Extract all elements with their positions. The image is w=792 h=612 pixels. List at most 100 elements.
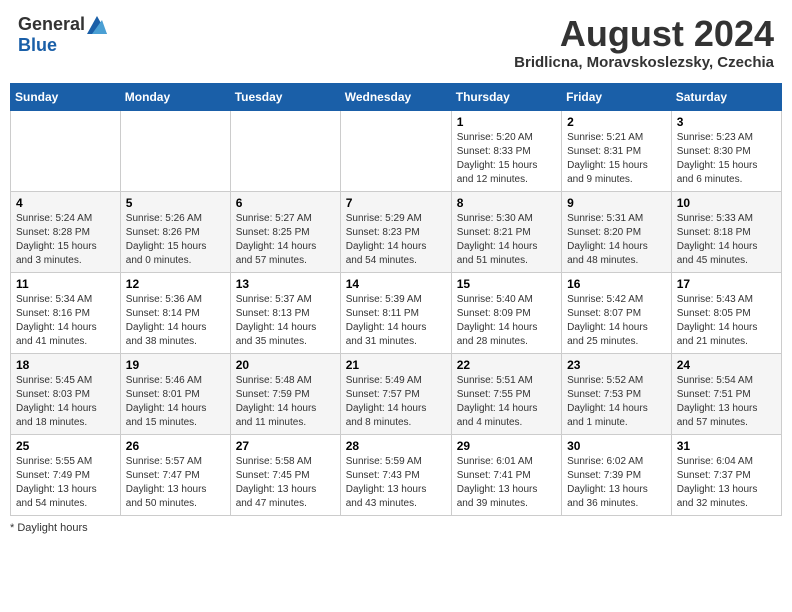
calendar-cell: 30Sunrise: 6:02 AMSunset: 7:39 PMDayligh… bbox=[562, 434, 672, 515]
day-info: Sunrise: 5:21 AMSunset: 8:31 PMDaylight:… bbox=[567, 131, 666, 187]
day-info: Sunrise: 5:57 AMSunset: 7:47 PMDaylight:… bbox=[126, 455, 225, 511]
col-tuesday: Tuesday bbox=[230, 83, 340, 110]
day-number: 25 bbox=[16, 439, 115, 453]
day-number: 16 bbox=[567, 277, 666, 291]
calendar-cell bbox=[11, 110, 121, 191]
day-info: Sunrise: 5:43 AMSunset: 8:05 PMDaylight:… bbox=[677, 293, 776, 349]
day-info: Sunrise: 5:39 AMSunset: 8:11 PMDaylight:… bbox=[346, 293, 446, 349]
header: General Blue August 2024 Bridlicna, Mora… bbox=[10, 10, 782, 75]
day-info: Sunrise: 5:26 AMSunset: 8:26 PMDaylight:… bbox=[126, 212, 225, 268]
week-row-3: 11 Sunrise: 5:34 AMSunset: 8:16 PMDayligh… bbox=[11, 272, 782, 353]
day-number: 29 bbox=[457, 439, 556, 453]
day-info: Sunrise: 5:36 AMSunset: 8:14 PMDaylight:… bbox=[126, 293, 225, 349]
col-thursday: Thursday bbox=[451, 83, 561, 110]
col-saturday: Saturday bbox=[671, 83, 781, 110]
day-number: 18 bbox=[16, 358, 115, 372]
day-info: Sunrise: 5:54 AMSunset: 7:51 PMDaylight:… bbox=[677, 374, 776, 430]
calendar-cell: 28 Sunrise: 5:59 AMSunset: 7:43 PMDayligh… bbox=[340, 434, 451, 515]
logo-general-text: General bbox=[18, 14, 85, 35]
footer-note: * Daylight hours bbox=[10, 522, 782, 534]
calendar-cell: 3Sunrise: 5:23 AMSunset: 8:30 PMDaylight… bbox=[671, 110, 781, 191]
calendar-cell: 23 Sunrise: 5:52 AMSunset: 7:53 PMDayligh… bbox=[562, 353, 672, 434]
calendar-cell: 13 Sunrise: 5:37 AMSunset: 8:13 PMDayligh… bbox=[230, 272, 340, 353]
week-row-4: 18 Sunrise: 5:45 AMSunset: 8:03 PMDayligh… bbox=[11, 353, 782, 434]
calendar-cell: 15 Sunrise: 5:40 AMSunset: 8:09 PMDayligh… bbox=[451, 272, 561, 353]
day-number: 15 bbox=[457, 277, 556, 291]
calendar-cell bbox=[230, 110, 340, 191]
day-number: 1 bbox=[457, 115, 556, 129]
calendar-cell: 6Sunrise: 5:27 AMSunset: 8:25 PMDaylight… bbox=[230, 191, 340, 272]
calendar-cell: 8Sunrise: 5:30 AMSunset: 8:21 PMDaylight… bbox=[451, 191, 561, 272]
day-info: Sunrise: 5:59 AMSunset: 7:43 PMDaylight:… bbox=[346, 455, 446, 511]
calendar-cell: 16 Sunrise: 5:42 AMSunset: 8:07 PMDayligh… bbox=[562, 272, 672, 353]
day-number: 6 bbox=[236, 196, 335, 210]
week-row-5: 25 Sunrise: 5:55 AMSunset: 7:49 PMDayligh… bbox=[11, 434, 782, 515]
day-number: 26 bbox=[126, 439, 225, 453]
day-info: Sunrise: 5:49 AMSunset: 7:57 PMDaylight:… bbox=[346, 374, 446, 430]
day-info: Sunrise: 5:23 AMSunset: 8:30 PMDaylight:… bbox=[677, 131, 776, 187]
calendar-cell bbox=[340, 110, 451, 191]
calendar-cell: 24Sunrise: 5:54 AMSunset: 7:51 PMDayligh… bbox=[671, 353, 781, 434]
day-info: Sunrise: 6:04 AMSunset: 7:37 PMDaylight:… bbox=[677, 455, 776, 511]
day-number: 10 bbox=[677, 196, 776, 210]
day-info: Sunrise: 5:34 AMSunset: 8:16 PMDaylight:… bbox=[16, 293, 115, 349]
day-number: 27 bbox=[236, 439, 335, 453]
day-info: Sunrise: 5:48 AMSunset: 7:59 PMDaylight:… bbox=[236, 374, 335, 430]
calendar-cell: 29 Sunrise: 6:01 AMSunset: 7:41 PMDayligh… bbox=[451, 434, 561, 515]
calendar-cell: 4 Sunrise: 5:24 AMSunset: 8:28 PMDaylight… bbox=[11, 191, 121, 272]
day-info: Sunrise: 5:45 AMSunset: 8:03 PMDaylight:… bbox=[16, 374, 115, 430]
col-sunday: Sunday bbox=[11, 83, 121, 110]
day-info: Sunrise: 5:52 AMSunset: 7:53 PMDaylight:… bbox=[567, 374, 666, 430]
day-number: 11 bbox=[16, 277, 115, 291]
day-number: 2 bbox=[567, 115, 666, 129]
calendar-cell: 27 Sunrise: 5:58 AMSunset: 7:45 PMDayligh… bbox=[230, 434, 340, 515]
calendar-cell: 31 Sunrise: 6:04 AMSunset: 7:37 PMDayligh… bbox=[671, 434, 781, 515]
footer-note-text: Daylight hours bbox=[17, 522, 87, 534]
day-info: Sunrise: 5:24 AMSunset: 8:28 PMDaylight:… bbox=[16, 212, 115, 268]
day-info: Sunrise: 5:55 AMSunset: 7:49 PMDaylight:… bbox=[16, 455, 115, 511]
day-number: 19 bbox=[126, 358, 225, 372]
calendar-cell: 1Sunrise: 5:20 AMSunset: 8:33 PMDaylight… bbox=[451, 110, 561, 191]
day-number: 28 bbox=[346, 439, 446, 453]
calendar-cell: 22 Sunrise: 5:51 AMSunset: 7:55 PMDayligh… bbox=[451, 353, 561, 434]
day-number: 8 bbox=[457, 196, 556, 210]
week-row-1: 1Sunrise: 5:20 AMSunset: 8:33 PMDaylight… bbox=[11, 110, 782, 191]
day-info: Sunrise: 5:37 AMSunset: 8:13 PMDaylight:… bbox=[236, 293, 335, 349]
day-number: 13 bbox=[236, 277, 335, 291]
day-number: 31 bbox=[677, 439, 776, 453]
calendar-cell: 7Sunrise: 5:29 AMSunset: 8:23 PMDaylight… bbox=[340, 191, 451, 272]
col-friday: Friday bbox=[562, 83, 672, 110]
day-number: 4 bbox=[16, 196, 115, 210]
day-number: 22 bbox=[457, 358, 556, 372]
calendar-cell: 20Sunrise: 5:48 AMSunset: 7:59 PMDayligh… bbox=[230, 353, 340, 434]
day-number: 9 bbox=[567, 196, 666, 210]
day-info: Sunrise: 5:42 AMSunset: 8:07 PMDaylight:… bbox=[567, 293, 666, 349]
calendar-cell: 25 Sunrise: 5:55 AMSunset: 7:49 PMDayligh… bbox=[11, 434, 121, 515]
calendar-cell: 10 Sunrise: 5:33 AMSunset: 8:18 PMDayligh… bbox=[671, 191, 781, 272]
day-number: 14 bbox=[346, 277, 446, 291]
day-number: 7 bbox=[346, 196, 446, 210]
calendar-cell: 5 Sunrise: 5:26 AMSunset: 8:26 PMDaylight… bbox=[120, 191, 230, 272]
logo-blue-text: Blue bbox=[18, 35, 57, 56]
title-area: August 2024 Bridlicna, Moravskoslezsky, … bbox=[514, 14, 774, 71]
day-number: 5 bbox=[126, 196, 225, 210]
day-number: 23 bbox=[567, 358, 666, 372]
day-number: 30 bbox=[567, 439, 666, 453]
calendar-table: Sunday Monday Tuesday Wednesday Thursday… bbox=[10, 83, 782, 516]
calendar-cell bbox=[120, 110, 230, 191]
day-number: 21 bbox=[346, 358, 446, 372]
day-info: Sunrise: 5:33 AMSunset: 8:18 PMDaylight:… bbox=[677, 212, 776, 268]
day-info: Sunrise: 5:40 AMSunset: 8:09 PMDaylight:… bbox=[457, 293, 556, 349]
calendar-cell: 18 Sunrise: 5:45 AMSunset: 8:03 PMDayligh… bbox=[11, 353, 121, 434]
calendar-cell: 19Sunrise: 5:46 AMSunset: 8:01 PMDayligh… bbox=[120, 353, 230, 434]
day-info: Sunrise: 5:58 AMSunset: 7:45 PMDaylight:… bbox=[236, 455, 335, 511]
day-info: Sunrise: 5:51 AMSunset: 7:55 PMDaylight:… bbox=[457, 374, 556, 430]
calendar-cell: 17 Sunrise: 5:43 AMSunset: 8:05 PMDayligh… bbox=[671, 272, 781, 353]
calendar-cell: 12Sunrise: 5:36 AMSunset: 8:14 PMDayligh… bbox=[120, 272, 230, 353]
calendar-cell: 11 Sunrise: 5:34 AMSunset: 8:16 PMDayligh… bbox=[11, 272, 121, 353]
day-number: 17 bbox=[677, 277, 776, 291]
week-row-2: 4 Sunrise: 5:24 AMSunset: 8:28 PMDaylight… bbox=[11, 191, 782, 272]
day-info: Sunrise: 6:01 AMSunset: 7:41 PMDaylight:… bbox=[457, 455, 556, 511]
calendar-cell: 21 Sunrise: 5:49 AMSunset: 7:57 PMDayligh… bbox=[340, 353, 451, 434]
calendar-cell: 9Sunrise: 5:31 AMSunset: 8:20 PMDaylight… bbox=[562, 191, 672, 272]
